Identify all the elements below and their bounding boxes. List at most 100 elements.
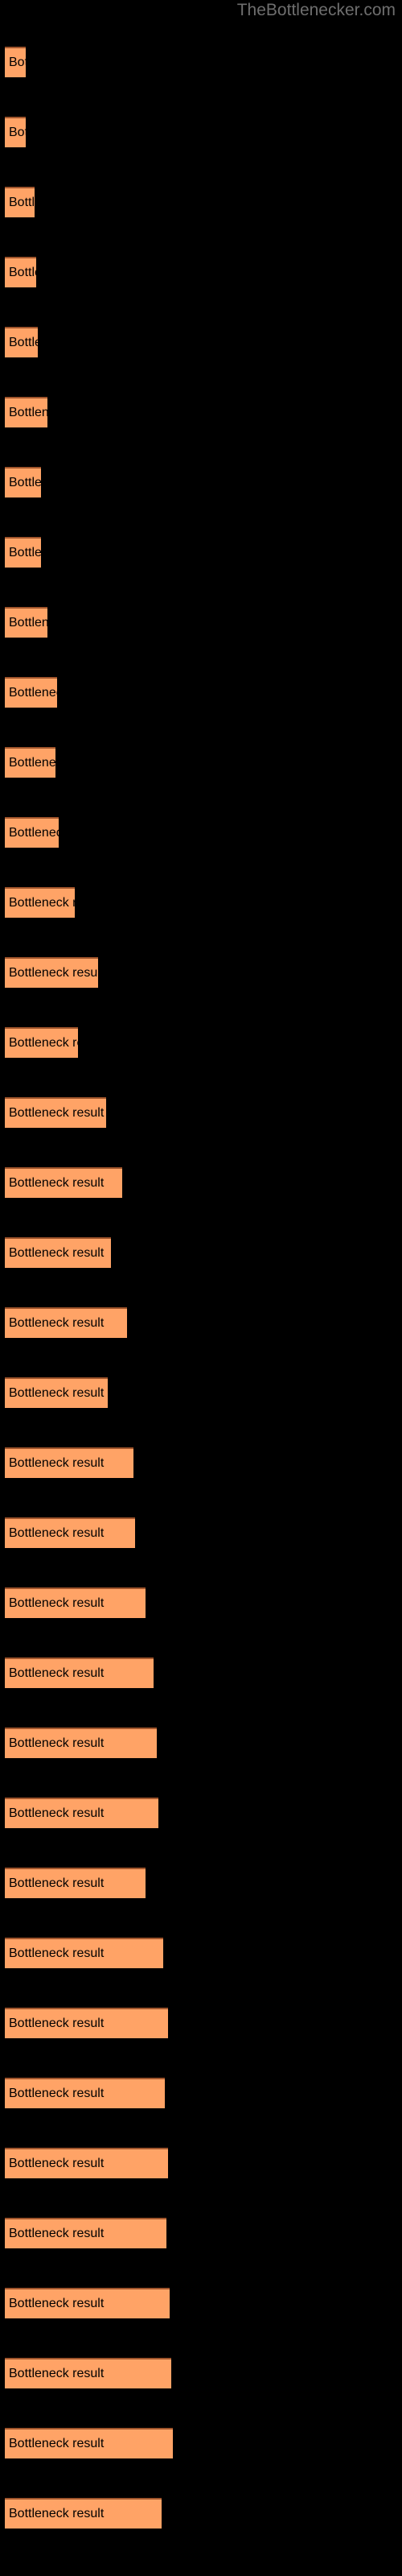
bar-row: Bottleneck result — [0, 1377, 402, 1408]
bar-row: Bottleneck result — [0, 2288, 402, 2318]
bar-bottleneck-result[interactable]: Bottleneck result — [5, 677, 57, 708]
bar-row: Bottleneck result — [0, 1798, 402, 1828]
bar-bottleneck-result[interactable]: Bottleneck result — [5, 1027, 78, 1058]
bar-bottleneck-result[interactable]: Bottleneck result — [5, 2288, 170, 2318]
bar-label: Bottleneck result — [9, 476, 41, 489]
bar-row: Bottleneck result — [0, 817, 402, 848]
bar-bottleneck-result[interactable]: Bottleneck result — [5, 187, 35, 217]
bar-row: Bottleneck result — [0, 2078, 402, 2108]
bar-row: Bottleneck result — [0, 2428, 402, 2458]
bar-label: Bottleneck result — [9, 1736, 105, 1750]
bar-bottleneck-result[interactable]: Bottleneck result — [5, 327, 38, 357]
bar-label: Bottleneck result — [9, 2087, 105, 2100]
bar-bottleneck-result[interactable]: Bottleneck result — [5, 2078, 165, 2108]
bar-bottleneck-result[interactable]: Bottleneck result — [5, 397, 47, 427]
bar-label: Bottleneck result — [9, 1036, 78, 1050]
bar-bottleneck-result[interactable]: Bottleneck result — [5, 1868, 146, 1898]
bar-label: Bottleneck result — [9, 126, 26, 139]
bar-bottleneck-result[interactable]: Bottleneck result — [5, 1447, 133, 1478]
bar-label: Bottleneck result — [9, 1456, 105, 1470]
bar-row: Bottleneck result — [0, 957, 402, 988]
bar-bottleneck-result[interactable]: Bottleneck result — [5, 2358, 171, 2388]
bar-bottleneck-result[interactable]: Bottleneck result — [5, 957, 98, 988]
bar-label: Bottleneck result — [9, 966, 98, 980]
bar-row: Bottleneck result — [0, 887, 402, 918]
bar-label: Bottleneck result — [9, 616, 47, 630]
bar-bottleneck-result[interactable]: Bottleneck result — [5, 467, 41, 497]
bar-bottleneck-result[interactable]: Bottleneck result — [5, 1097, 106, 1128]
bar-row: Bottleneck result — [0, 47, 402, 77]
bar-label: Bottleneck result — [9, 1316, 105, 1330]
bar-bottleneck-result[interactable]: Bottleneck result — [5, 1167, 122, 1198]
bar-label: Bottleneck result — [9, 826, 59, 840]
bar-row: Bottleneck result — [0, 2218, 402, 2248]
bar-label: Bottleneck result — [9, 686, 57, 700]
bar-row: Bottleneck result — [0, 257, 402, 287]
bar-bottleneck-result[interactable]: Bottleneck result — [5, 1517, 135, 1548]
bar-row: Bottleneck result — [0, 2008, 402, 2038]
bar-row: Bottleneck result — [0, 1027, 402, 1058]
bar-row: Bottleneck result — [0, 1728, 402, 1758]
bar-row: Bottleneck result — [0, 327, 402, 357]
bar-bottleneck-result[interactable]: Bottleneck result — [5, 607, 47, 638]
bar-label: Bottleneck result — [9, 2297, 105, 2310]
bar-bottleneck-result[interactable]: Bottleneck result — [5, 1237, 111, 1268]
bar-bottleneck-result[interactable]: Bottleneck result — [5, 2008, 168, 2038]
bar-row: Bottleneck result — [0, 2148, 402, 2178]
bar-label: Bottleneck result — [9, 546, 41, 559]
bar-bottleneck-result[interactable]: Bottleneck result — [5, 1798, 158, 1828]
bar-row: Bottleneck result — [0, 1237, 402, 1268]
bar-bottleneck-result[interactable]: Bottleneck result — [5, 747, 55, 778]
bar-chart-bars: Bottleneck result Bottleneck result Bottle… — [0, 0, 402, 2576]
bar-label: Bottleneck result — [9, 1596, 105, 1610]
bar-row: Bottleneck result — [0, 1097, 402, 1128]
bar-label: Bottleneck result — [9, 266, 36, 279]
bar-label: Bottleneck result — [9, 756, 55, 770]
bar-bottleneck-result[interactable]: Bottleneck result — [5, 2498, 162, 2529]
bar-label: Bottleneck result — [9, 1666, 105, 1680]
bar-row: Bottleneck result — [0, 1587, 402, 1618]
bar-row: Bottleneck result — [0, 677, 402, 708]
bar-row: Bottleneck result — [0, 1868, 402, 1898]
bar-label: Bottleneck result — [9, 1386, 105, 1400]
bar-row: Bottleneck result — [0, 117, 402, 147]
bar-label: Bottleneck result — [9, 1806, 105, 1820]
bar-label: Bottleneck result — [9, 1946, 105, 1960]
bar-bottleneck-result[interactable]: Bottleneck result — [5, 2148, 168, 2178]
bar-bottleneck-result[interactable]: Bottleneck result — [5, 2428, 173, 2458]
bar-bottleneck-result[interactable]: Bottleneck result — [5, 537, 41, 568]
bar-label: Bottleneck result — [9, 1876, 105, 1890]
bar-label: Bottleneck result — [9, 2227, 105, 2240]
bar-row: Bottleneck result — [0, 747, 402, 778]
bar-bottleneck-result[interactable]: Bottleneck result — [5, 2218, 166, 2248]
bar-label: Bottleneck result — [9, 1176, 105, 1190]
bar-row: Bottleneck result — [0, 1938, 402, 1968]
bar-label: Bottleneck result — [9, 2367, 105, 2380]
bar-label: Bottleneck result — [9, 2157, 105, 2170]
bar-label: Bottleneck result — [9, 2507, 105, 2520]
bar-row: Bottleneck result — [0, 1657, 402, 1688]
bar-bottleneck-result[interactable]: Bottleneck result — [5, 117, 26, 147]
bar-bottleneck-result[interactable]: Bottleneck result — [5, 1938, 163, 1968]
bar-row: Bottleneck result — [0, 1307, 402, 1338]
bar-bottleneck-result[interactable]: Bottleneck result — [5, 1377, 108, 1408]
bar-bottleneck-result[interactable]: Bottleneck result — [5, 1307, 127, 1338]
bar-label: Bottleneck result — [9, 56, 26, 69]
bar-bottleneck-result[interactable]: Bottleneck result — [5, 1728, 157, 1758]
bar-bottleneck-result[interactable]: Bottleneck result — [5, 1587, 146, 1618]
bar-row: Bottleneck result — [0, 1447, 402, 1478]
bar-label: Bottleneck result — [9, 1246, 105, 1260]
bar-bottleneck-result[interactable]: Bottleneck result — [5, 257, 36, 287]
bar-bottleneck-result[interactable]: Bottleneck result — [5, 47, 26, 77]
bar-label: Bottleneck result — [9, 1526, 105, 1540]
bar-row: Bottleneck result — [0, 2358, 402, 2388]
bar-row: Bottleneck result — [0, 607, 402, 638]
bar-bottleneck-result[interactable]: Bottleneck result — [5, 887, 75, 918]
bar-label: Bottleneck result — [9, 406, 47, 419]
bar-label: Bottleneck result — [9, 2017, 105, 2030]
bar-bottleneck-result[interactable]: Bottleneck result — [5, 1657, 154, 1688]
chart-root: TheBottlenecker.com Bottleneck resultBot… — [0, 0, 402, 2576]
bar-row: Bottleneck result — [0, 467, 402, 497]
bar-bottleneck-result[interactable]: Bottleneck result — [5, 817, 59, 848]
bar-label: Bottleneck result — [9, 896, 75, 910]
